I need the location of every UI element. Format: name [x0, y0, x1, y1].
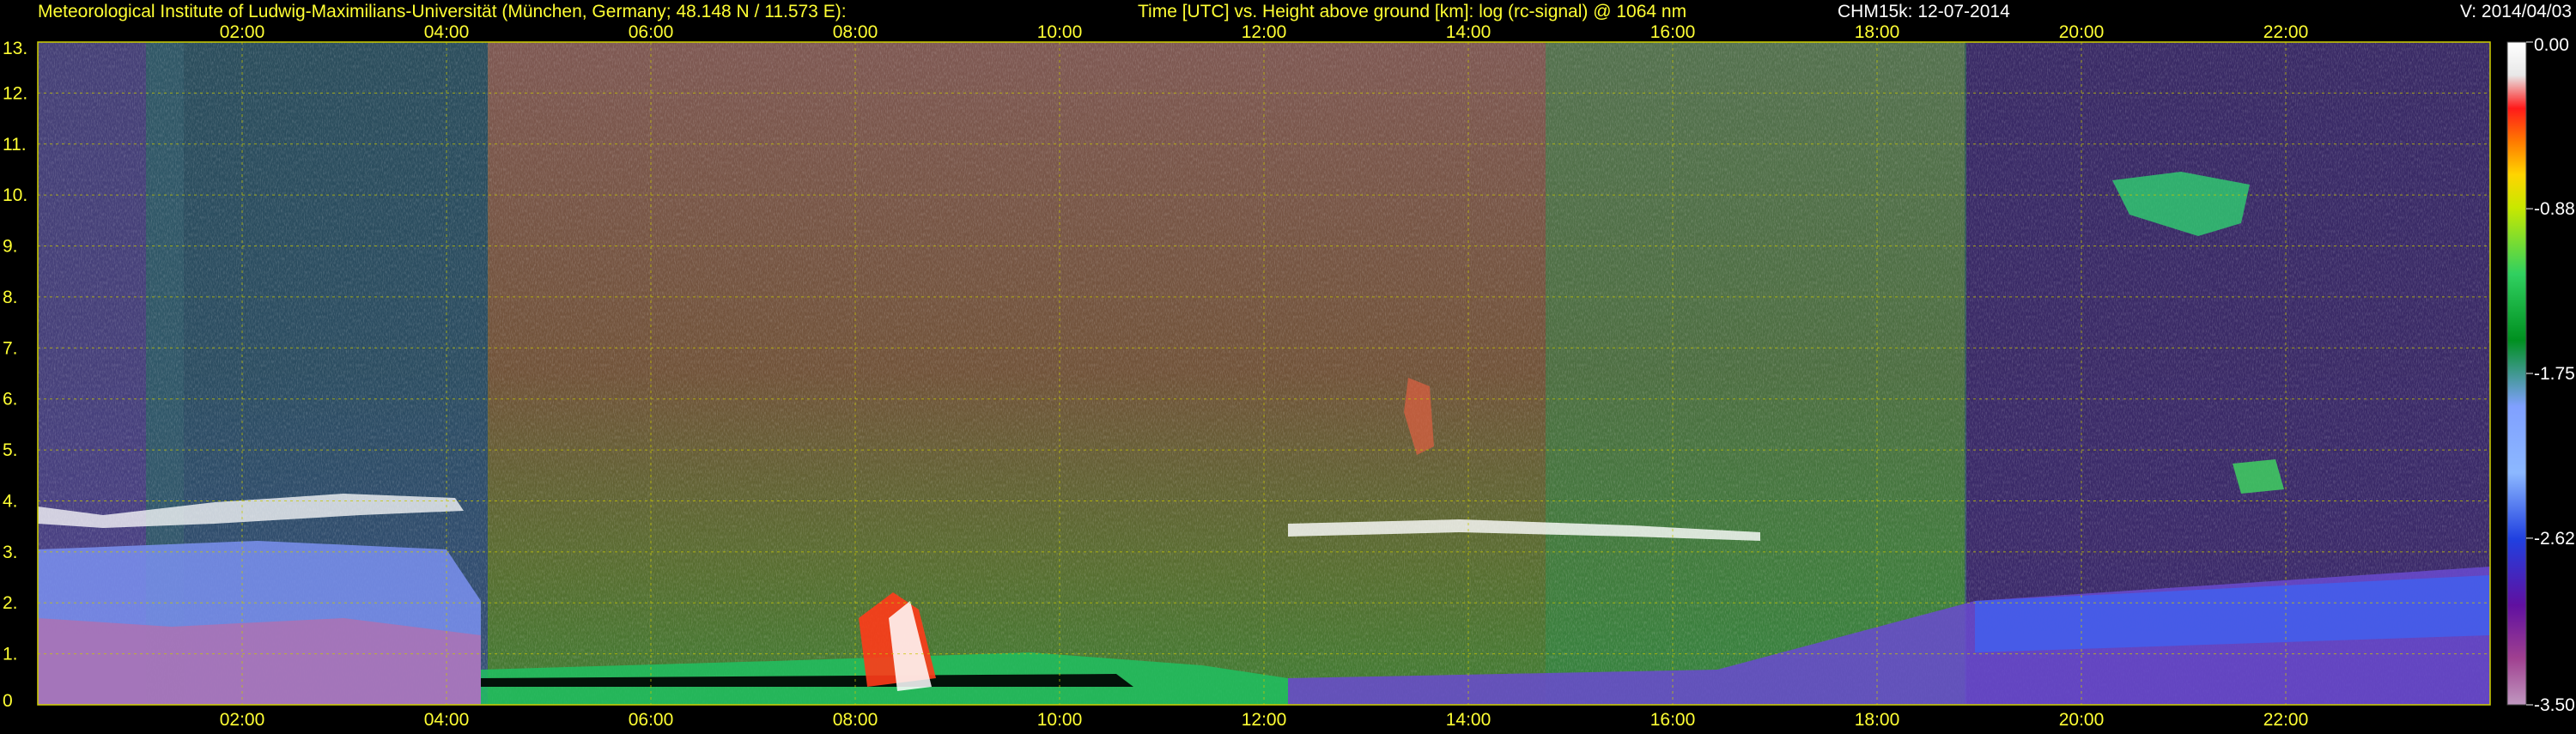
header: Meteorological Institute of Ludwig-Maxim…	[38, 2, 2572, 21]
colorbar-label-3: -2.62	[2534, 529, 2575, 549]
y-tick-label-5: 5.	[3, 440, 18, 460]
x-tick-label-top-0200: 02:00	[220, 22, 265, 42]
colorbar-label-1: -0.88	[2534, 199, 2575, 219]
y-tick-label-6: 6.	[3, 390, 18, 409]
y-tick-label-3: 3.	[3, 543, 18, 562]
colorbar: 0.00 -0.88 -1.75 -2.62 -3.50	[2506, 35, 2575, 715]
y-tick-label-13: 13.	[3, 39, 27, 58]
x-tick-label-top-1400: 14:00	[1446, 22, 1492, 42]
y-tick-label-8: 8.	[3, 288, 18, 307]
x-tick-label-bottom-1600: 16:00	[1650, 710, 1696, 730]
x-tick-label-bottom-0800: 08:00	[833, 710, 878, 730]
y-tick-label-9: 9.	[3, 237, 18, 257]
y-tick-label-11: 11.	[3, 135, 27, 155]
y-tick-label-4: 4.	[3, 491, 18, 511]
y-tick-label-0: 0	[3, 691, 13, 711]
x-axis-top: 02:00 04:00 06:00 08:00 10:00 12:00 14:00 16:00…	[220, 22, 2309, 42]
colorbar-scale	[2506, 41, 2527, 706]
nocturnal-surface-layer	[38, 618, 481, 705]
y-tick-label-2: 2.	[3, 593, 18, 613]
x-tick-label-bottom-2000: 20:00	[2059, 710, 2105, 730]
x-axis-bottom: 02:00 04:00 06:00 08:00 10:00 12:00 14:00 16:00…	[220, 710, 2309, 730]
x-tick-label-bottom-0400: 04:00	[424, 710, 470, 730]
x-tick-label-bottom-1800: 18:00	[1855, 710, 1900, 730]
y-axis: 0 1. 2. 3. 4. 5. 6. 7. 8. 9. 10. 11. 12. 13.	[3, 39, 27, 711]
y-tick-label-1: 1.	[3, 645, 18, 664]
colorbar-label-4: -3.50	[2534, 695, 2575, 715]
y-tick-label-12: 12.	[3, 83, 27, 103]
mid-level-cloud	[2233, 459, 2284, 494]
header-institute: Meteorological Institute of Ludwig-Maxim…	[38, 2, 847, 21]
x-tick-label-bottom-1200: 12:00	[1242, 710, 1287, 730]
header-axes-description: Time [UTC] vs. Height above ground [km]:…	[1138, 2, 1686, 21]
x-tick-label-top-1600: 16:00	[1650, 22, 1696, 42]
y-tick-label-7: 7.	[3, 338, 18, 358]
x-tick-label-bottom-1000: 10:00	[1037, 710, 1083, 730]
colorbar-label-2: -1.75	[2534, 364, 2575, 384]
x-tick-label-top-0400: 04:00	[424, 22, 470, 42]
x-tick-label-bottom-2200: 22:00	[2263, 710, 2309, 730]
x-tick-label-top-1200: 12:00	[1242, 22, 1287, 42]
header-instrument-date: CHM15k: 12-07-2014	[1838, 2, 2010, 21]
x-tick-label-bottom-1400: 14:00	[1446, 710, 1492, 730]
x-tick-label-top-1000: 10:00	[1037, 22, 1083, 42]
lidar-backscatter-heatmap: Meteorological Institute of Ludwig-Maxim…	[3, 2, 2575, 730]
x-tick-label-bottom-0200: 02:00	[220, 710, 265, 730]
colorbar-label-0: 0.00	[2534, 35, 2569, 55]
x-tick-label-top-0800: 08:00	[833, 22, 878, 42]
header-version: V: 2014/04/03	[2460, 2, 2572, 21]
y-tick-label-10: 10.	[3, 185, 27, 205]
x-tick-label-top-1800: 18:00	[1855, 22, 1900, 42]
x-tick-label-top-2000: 20:00	[2059, 22, 2105, 42]
x-tick-label-top-0600: 06:00	[629, 22, 674, 42]
x-tick-label-bottom-0600: 06:00	[629, 710, 674, 730]
colorbar-ticks: 0.00 -0.88 -1.75 -2.62 -3.50	[2526, 35, 2575, 715]
x-tick-label-top-2200: 22:00	[2263, 22, 2309, 42]
